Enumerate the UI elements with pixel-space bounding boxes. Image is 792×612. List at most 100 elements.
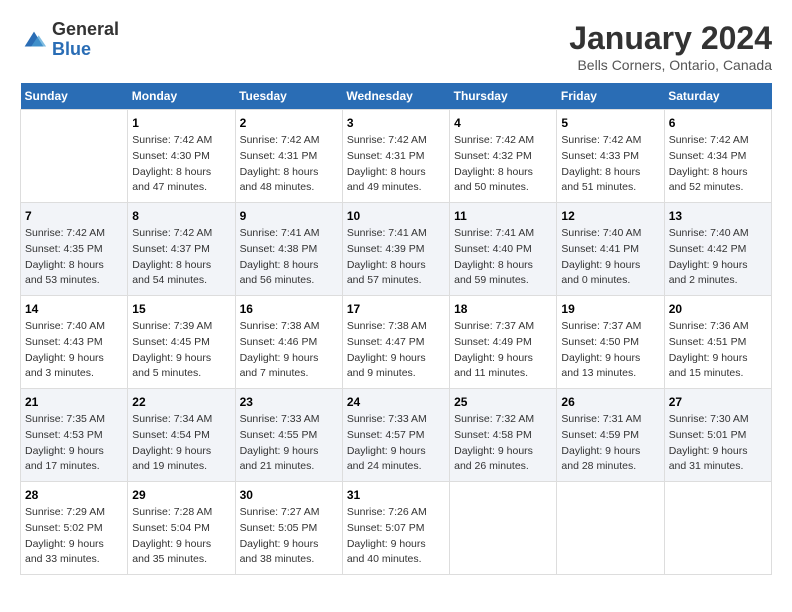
day-number: 26 (561, 395, 659, 409)
day-number: 2 (240, 116, 338, 130)
header-tuesday: Tuesday (235, 83, 342, 110)
logo-blue-text: Blue (52, 40, 119, 60)
day-details: Sunrise: 7:37 AMSunset: 4:50 PMDaylight:… (561, 319, 659, 382)
calendar-day: 30 Sunrise: 7:27 AMSunset: 5:05 PMDaylig… (235, 482, 342, 575)
day-number: 28 (25, 488, 123, 502)
day-number: 10 (347, 209, 445, 223)
day-number: 18 (454, 302, 552, 316)
calendar-day: 4 Sunrise: 7:42 AMSunset: 4:32 PMDayligh… (450, 110, 557, 203)
calendar-day (450, 482, 557, 575)
day-number: 17 (347, 302, 445, 316)
month-title: January 2024 (569, 20, 772, 57)
calendar-day: 29 Sunrise: 7:28 AMSunset: 5:04 PMDaylig… (128, 482, 235, 575)
day-number: 20 (669, 302, 767, 316)
day-details: Sunrise: 7:41 AMSunset: 4:40 PMDaylight:… (454, 226, 552, 289)
calendar-day: 6 Sunrise: 7:42 AMSunset: 4:34 PMDayligh… (664, 110, 771, 203)
day-details: Sunrise: 7:35 AMSunset: 4:53 PMDaylight:… (25, 412, 123, 475)
day-details: Sunrise: 7:40 AMSunset: 4:43 PMDaylight:… (25, 319, 123, 382)
day-number: 14 (25, 302, 123, 316)
day-details: Sunrise: 7:38 AMSunset: 4:46 PMDaylight:… (240, 319, 338, 382)
day-details: Sunrise: 7:32 AMSunset: 4:58 PMDaylight:… (454, 412, 552, 475)
day-number: 1 (132, 116, 230, 130)
title-block: January 2024 Bells Corners, Ontario, Can… (569, 20, 772, 73)
day-details: Sunrise: 7:40 AMSunset: 4:42 PMDaylight:… (669, 226, 767, 289)
day-details: Sunrise: 7:40 AMSunset: 4:41 PMDaylight:… (561, 226, 659, 289)
calendar-week-2: 7 Sunrise: 7:42 AMSunset: 4:35 PMDayligh… (21, 203, 772, 296)
calendar-day (664, 482, 771, 575)
header-wednesday: Wednesday (342, 83, 449, 110)
calendar-day: 19 Sunrise: 7:37 AMSunset: 4:50 PMDaylig… (557, 296, 664, 389)
logo-text: General Blue (52, 20, 119, 60)
calendar-day: 22 Sunrise: 7:34 AMSunset: 4:54 PMDaylig… (128, 389, 235, 482)
day-number: 19 (561, 302, 659, 316)
day-number: 13 (669, 209, 767, 223)
day-details: Sunrise: 7:28 AMSunset: 5:04 PMDaylight:… (132, 505, 230, 568)
header-thursday: Thursday (450, 83, 557, 110)
day-number: 24 (347, 395, 445, 409)
day-details: Sunrise: 7:42 AMSunset: 4:35 PMDaylight:… (25, 226, 123, 289)
calendar-body: 1 Sunrise: 7:42 AMSunset: 4:30 PMDayligh… (21, 110, 772, 575)
calendar-day: 12 Sunrise: 7:40 AMSunset: 4:41 PMDaylig… (557, 203, 664, 296)
calendar-table: Sunday Monday Tuesday Wednesday Thursday… (20, 83, 772, 575)
day-number: 31 (347, 488, 445, 502)
day-details: Sunrise: 7:37 AMSunset: 4:49 PMDaylight:… (454, 319, 552, 382)
logo-general-text: General (52, 20, 119, 40)
header-friday: Friday (557, 83, 664, 110)
day-details: Sunrise: 7:42 AMSunset: 4:31 PMDaylight:… (347, 133, 445, 196)
header-saturday: Saturday (664, 83, 771, 110)
day-details: Sunrise: 7:39 AMSunset: 4:45 PMDaylight:… (132, 319, 230, 382)
calendar-day: 20 Sunrise: 7:36 AMSunset: 4:51 PMDaylig… (664, 296, 771, 389)
calendar-day: 8 Sunrise: 7:42 AMSunset: 4:37 PMDayligh… (128, 203, 235, 296)
calendar-day: 13 Sunrise: 7:40 AMSunset: 4:42 PMDaylig… (664, 203, 771, 296)
day-number: 22 (132, 395, 230, 409)
day-number: 25 (454, 395, 552, 409)
day-number: 5 (561, 116, 659, 130)
calendar-day: 10 Sunrise: 7:41 AMSunset: 4:39 PMDaylig… (342, 203, 449, 296)
day-details: Sunrise: 7:31 AMSunset: 4:59 PMDaylight:… (561, 412, 659, 475)
day-details: Sunrise: 7:36 AMSunset: 4:51 PMDaylight:… (669, 319, 767, 382)
location-subtitle: Bells Corners, Ontario, Canada (569, 57, 772, 73)
header-monday: Monday (128, 83, 235, 110)
calendar-day: 3 Sunrise: 7:42 AMSunset: 4:31 PMDayligh… (342, 110, 449, 203)
day-number: 27 (669, 395, 767, 409)
day-number: 16 (240, 302, 338, 316)
day-number: 8 (132, 209, 230, 223)
day-number: 15 (132, 302, 230, 316)
header-sunday: Sunday (21, 83, 128, 110)
calendar-day: 31 Sunrise: 7:26 AMSunset: 5:07 PMDaylig… (342, 482, 449, 575)
calendar-day (557, 482, 664, 575)
day-number: 4 (454, 116, 552, 130)
day-details: Sunrise: 7:42 AMSunset: 4:30 PMDaylight:… (132, 133, 230, 196)
day-details: Sunrise: 7:33 AMSunset: 4:57 PMDaylight:… (347, 412, 445, 475)
day-number: 21 (25, 395, 123, 409)
calendar-day (21, 110, 128, 203)
day-details: Sunrise: 7:42 AMSunset: 4:31 PMDaylight:… (240, 133, 338, 196)
day-details: Sunrise: 7:29 AMSunset: 5:02 PMDaylight:… (25, 505, 123, 568)
day-number: 7 (25, 209, 123, 223)
day-number: 29 (132, 488, 230, 502)
calendar-day: 2 Sunrise: 7:42 AMSunset: 4:31 PMDayligh… (235, 110, 342, 203)
calendar-day: 27 Sunrise: 7:30 AMSunset: 5:01 PMDaylig… (664, 389, 771, 482)
day-number: 12 (561, 209, 659, 223)
calendar-header: Sunday Monday Tuesday Wednesday Thursday… (21, 83, 772, 110)
day-details: Sunrise: 7:42 AMSunset: 4:32 PMDaylight:… (454, 133, 552, 196)
day-number: 11 (454, 209, 552, 223)
calendar-day: 25 Sunrise: 7:32 AMSunset: 4:58 PMDaylig… (450, 389, 557, 482)
day-details: Sunrise: 7:27 AMSunset: 5:05 PMDaylight:… (240, 505, 338, 568)
calendar-day: 17 Sunrise: 7:38 AMSunset: 4:47 PMDaylig… (342, 296, 449, 389)
day-details: Sunrise: 7:26 AMSunset: 5:07 PMDaylight:… (347, 505, 445, 568)
calendar-day: 1 Sunrise: 7:42 AMSunset: 4:30 PMDayligh… (128, 110, 235, 203)
day-details: Sunrise: 7:34 AMSunset: 4:54 PMDaylight:… (132, 412, 230, 475)
calendar-day: 9 Sunrise: 7:41 AMSunset: 4:38 PMDayligh… (235, 203, 342, 296)
day-number: 6 (669, 116, 767, 130)
calendar-day: 7 Sunrise: 7:42 AMSunset: 4:35 PMDayligh… (21, 203, 128, 296)
calendar-day: 11 Sunrise: 7:41 AMSunset: 4:40 PMDaylig… (450, 203, 557, 296)
calendar-day: 23 Sunrise: 7:33 AMSunset: 4:55 PMDaylig… (235, 389, 342, 482)
day-number: 3 (347, 116, 445, 130)
calendar-day: 18 Sunrise: 7:37 AMSunset: 4:49 PMDaylig… (450, 296, 557, 389)
calendar-day: 24 Sunrise: 7:33 AMSunset: 4:57 PMDaylig… (342, 389, 449, 482)
day-details: Sunrise: 7:38 AMSunset: 4:47 PMDaylight:… (347, 319, 445, 382)
header-row: Sunday Monday Tuesday Wednesday Thursday… (21, 83, 772, 110)
calendar-day: 15 Sunrise: 7:39 AMSunset: 4:45 PMDaylig… (128, 296, 235, 389)
logo-icon (20, 26, 48, 54)
